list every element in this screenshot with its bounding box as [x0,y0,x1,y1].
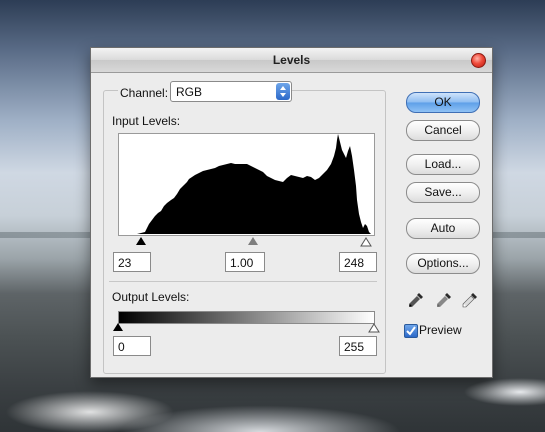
cancel-button[interactable]: Cancel [406,120,480,141]
input-white-point-slider[interactable] [360,237,372,247]
histogram [118,133,375,236]
input-white-field[interactable]: 248 [339,252,377,272]
gray-eyedropper-icon[interactable] [436,292,452,308]
input-level-sliders[interactable] [118,235,373,247]
preview-checkbox[interactable] [404,324,418,338]
channel-value: RGB [176,85,203,99]
output-level-sliders[interactable] [113,323,380,333]
output-black-field[interactable]: 0 [113,336,151,356]
black-eyedropper-icon[interactable] [408,292,424,308]
output-white-field[interactable]: 255 [339,336,377,356]
dialog-title: Levels [272,53,311,67]
save-button[interactable]: Save... [406,182,480,203]
checkmark-icon [406,326,416,336]
histogram-graph [119,134,371,234]
options-button[interactable]: Options... [406,253,480,274]
chevron-updown-icon [276,83,290,100]
channel-select[interactable]: RGB [170,81,292,102]
titlebar[interactable]: Levels [91,48,492,73]
close-button[interactable] [471,53,486,68]
input-levels-label: Input Levels: [112,114,181,128]
input-gamma-field[interactable]: 1.00 [225,252,265,272]
input-black-field[interactable]: 23 [113,252,151,272]
output-white-slider[interactable] [368,323,380,333]
auto-button[interactable]: Auto [406,218,480,239]
divider [109,281,377,282]
input-gamma-slider[interactable] [248,237,258,245]
channel-label: Channel: [118,86,171,100]
levels-dialog: Levels Channel: RGB Input Levels: 23 1.0… [90,47,493,378]
white-eyedropper-icon[interactable] [462,292,478,308]
output-black-slider[interactable] [113,323,123,331]
input-black-point-slider[interactable] [136,237,146,245]
load-button[interactable]: Load... [406,154,480,175]
output-levels-label: Output Levels: [112,290,190,304]
ok-button[interactable]: OK [406,92,480,113]
preview-label: Preview [419,323,462,337]
